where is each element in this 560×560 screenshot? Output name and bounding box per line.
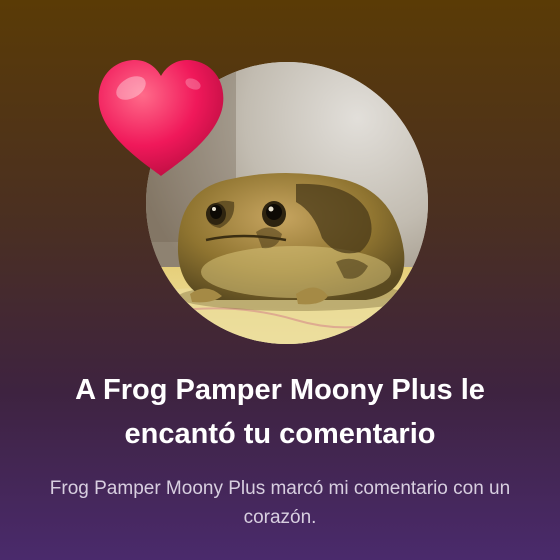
heart-icon	[95, 54, 227, 182]
notification-title: A Frog Pamper Moony Plus le encantó tu c…	[75, 374, 485, 450]
notification-message: Frog Pamper Moony Plus marcó mi comentar…	[49, 478, 511, 528]
like-notification-screen: A Frog Pamper Moony Plus le encantó tu c…	[0, 0, 560, 560]
